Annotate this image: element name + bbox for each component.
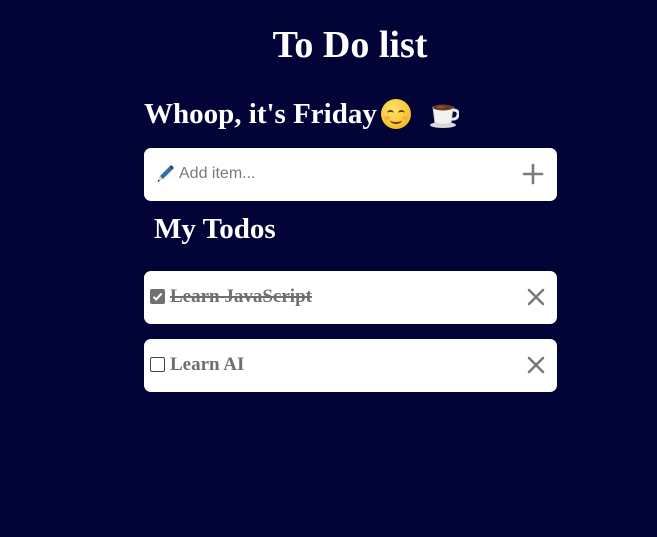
close-icon [527, 356, 545, 374]
coffee-cup-icon [429, 99, 460, 129]
pen-icon [155, 164, 175, 184]
greeting-heading: Whoop, it's Friday [144, 94, 460, 134]
todo-item: Learn AI [144, 339, 557, 392]
delete-button[interactable] [526, 355, 546, 375]
add-item-input[interactable] [179, 162, 509, 186]
todos-heading: My Todos [154, 213, 276, 245]
todo-label: Learn JavaScript [170, 286, 312, 307]
close-icon [527, 288, 545, 306]
todo-checkbox[interactable] [150, 357, 165, 372]
plus-icon [522, 163, 544, 185]
add-button[interactable] [521, 162, 545, 186]
smiling-face-icon [380, 99, 411, 129]
greeting-text: Whoop, it's Friday [144, 98, 377, 130]
todo-label: Learn AI [170, 354, 245, 375]
delete-button[interactable] [526, 287, 546, 307]
page-title: To Do list [272, 24, 428, 66]
todo-checkbox[interactable] [150, 289, 165, 304]
add-item-bar [144, 148, 557, 201]
todo-item: Learn JavaScript [144, 271, 557, 324]
